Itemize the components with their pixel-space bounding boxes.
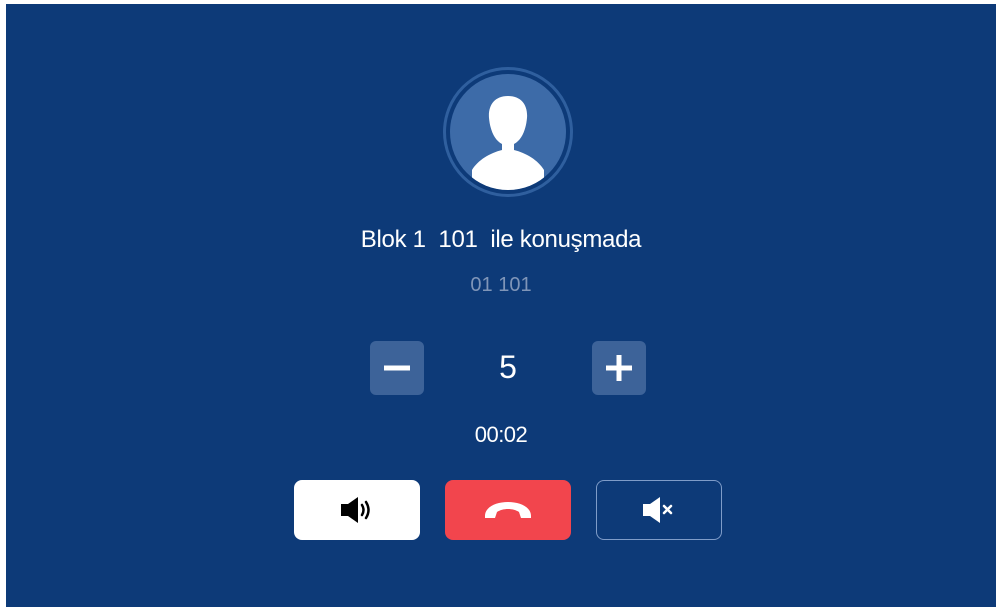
call-status-text: ile konuşmada [477,226,642,253]
mute-button[interactable] [596,480,722,540]
volume-increase-button[interactable] [592,341,646,395]
call-timer: 00:02 [474,422,528,447]
call-status-line: Blok 1 101 ile konuşmada [6,226,996,254]
volume-decrease-button[interactable] [370,341,424,395]
speaker-button[interactable] [294,480,420,540]
mute-icon [643,497,673,523]
avatar [450,74,566,190]
caller-number: 01 101 [470,274,532,296]
hangup-button[interactable] [445,480,571,540]
volume-value: 5 [499,349,517,385]
speaker-icon [341,497,370,523]
call-screen: Blok 1 101 ile konuşmada 01 101 5 00:02 [6,4,996,607]
user-silhouette-icon [472,96,544,190]
caller-avatar-ring [443,67,573,197]
minus-icon [384,365,410,371]
plus-icon [606,355,632,381]
caller-name: Blok 1 101 [360,226,478,253]
phone-hangup-icon [485,502,531,518]
